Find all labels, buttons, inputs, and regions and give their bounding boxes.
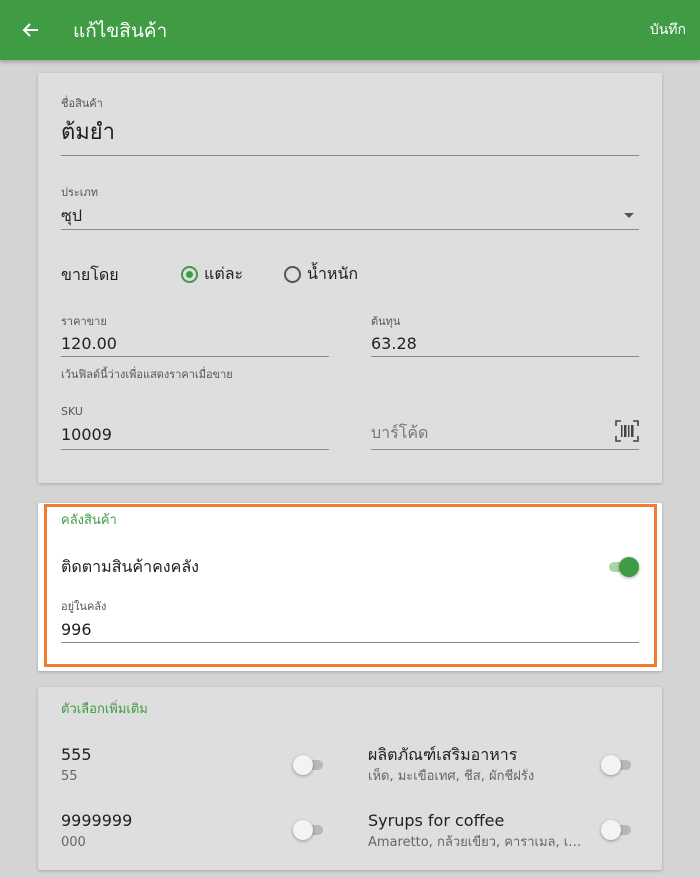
price-underline bbox=[61, 356, 329, 357]
modifier-subtitle: Amaretto, กล้วยเขียว, คาราเมล, เก... bbox=[368, 835, 588, 850]
page-title: แก้ไขสินค้า bbox=[73, 20, 168, 42]
app-bar: แก้ไขสินค้า บันทึก bbox=[0, 0, 700, 60]
radio-weight[interactable] bbox=[284, 266, 301, 283]
modifier-title: 555 bbox=[61, 745, 92, 764]
modifier-title: ผลิตภัณฑ์เสริมอาหาร bbox=[368, 745, 518, 764]
sku-underline bbox=[61, 449, 329, 450]
stock-input[interactable]: 996 bbox=[61, 619, 92, 641]
barcode-scan-icon[interactable] bbox=[615, 420, 639, 442]
barcode-underline bbox=[371, 449, 639, 450]
radio-each[interactable] bbox=[181, 266, 198, 283]
price-helper-text: เว้นฟิลด์นี้ว่างเพื่อแสดงราคาเมื่อขาย bbox=[61, 368, 233, 381]
modifier-toggle[interactable] bbox=[601, 755, 633, 775]
track-inventory-toggle[interactable] bbox=[609, 557, 639, 577]
name-field-underline bbox=[61, 155, 639, 156]
name-field-label: ชื่อสินค้า bbox=[61, 97, 103, 110]
cost-underline bbox=[371, 356, 639, 357]
modifier-toggle[interactable] bbox=[293, 755, 325, 775]
cost-input[interactable]: 63.28 bbox=[371, 333, 417, 355]
price-label: ราคาขาย bbox=[61, 315, 107, 328]
barcode-input[interactable]: บาร์โค้ด bbox=[371, 422, 428, 444]
modifier-subtitle: 000 bbox=[61, 835, 86, 850]
modifier-toggle[interactable] bbox=[601, 820, 633, 840]
modifier-toggle[interactable] bbox=[293, 820, 325, 840]
modifier-subtitle: 55 bbox=[61, 769, 78, 784]
back-arrow-icon[interactable] bbox=[22, 18, 44, 42]
inventory-card bbox=[38, 503, 662, 671]
category-label: ประเภท bbox=[61, 186, 99, 199]
sku-label: SKU bbox=[61, 405, 83, 418]
sell-by-label: ขายโดย bbox=[61, 265, 119, 284]
category-select[interactable]: ซุป bbox=[61, 205, 82, 227]
sku-input[interactable]: 10009 bbox=[61, 424, 112, 446]
price-input[interactable]: 120.00 bbox=[61, 333, 117, 355]
cost-label: ต้นทุน bbox=[371, 315, 401, 328]
modifier-subtitle: เห็ด, มะเขือเทศ, ชีส, ผักชีฝรั่ง bbox=[368, 769, 535, 784]
track-inventory-label: ติดตามสินค้าคงคลัง bbox=[61, 557, 199, 576]
chevron-down-icon[interactable] bbox=[624, 213, 634, 218]
modifiers-section-title: ตัวเลือกเพิ่มเติม bbox=[61, 702, 148, 717]
name-field[interactable]: ต้มยำ bbox=[61, 119, 115, 147]
modifier-title: 9999999 bbox=[61, 811, 133, 830]
save-button[interactable]: บันทึก bbox=[650, 20, 686, 40]
stock-underline bbox=[61, 642, 639, 643]
modifier-title: Syrups for coffee bbox=[368, 811, 505, 830]
radio-weight-label[interactable]: น้ำหนัก bbox=[307, 263, 358, 285]
inventory-section-title: คลังสินค้า bbox=[61, 513, 117, 528]
stock-label: อยู่ในคลัง bbox=[61, 600, 107, 613]
category-underline bbox=[61, 229, 639, 230]
radio-each-label[interactable]: แต่ละ bbox=[204, 263, 243, 285]
